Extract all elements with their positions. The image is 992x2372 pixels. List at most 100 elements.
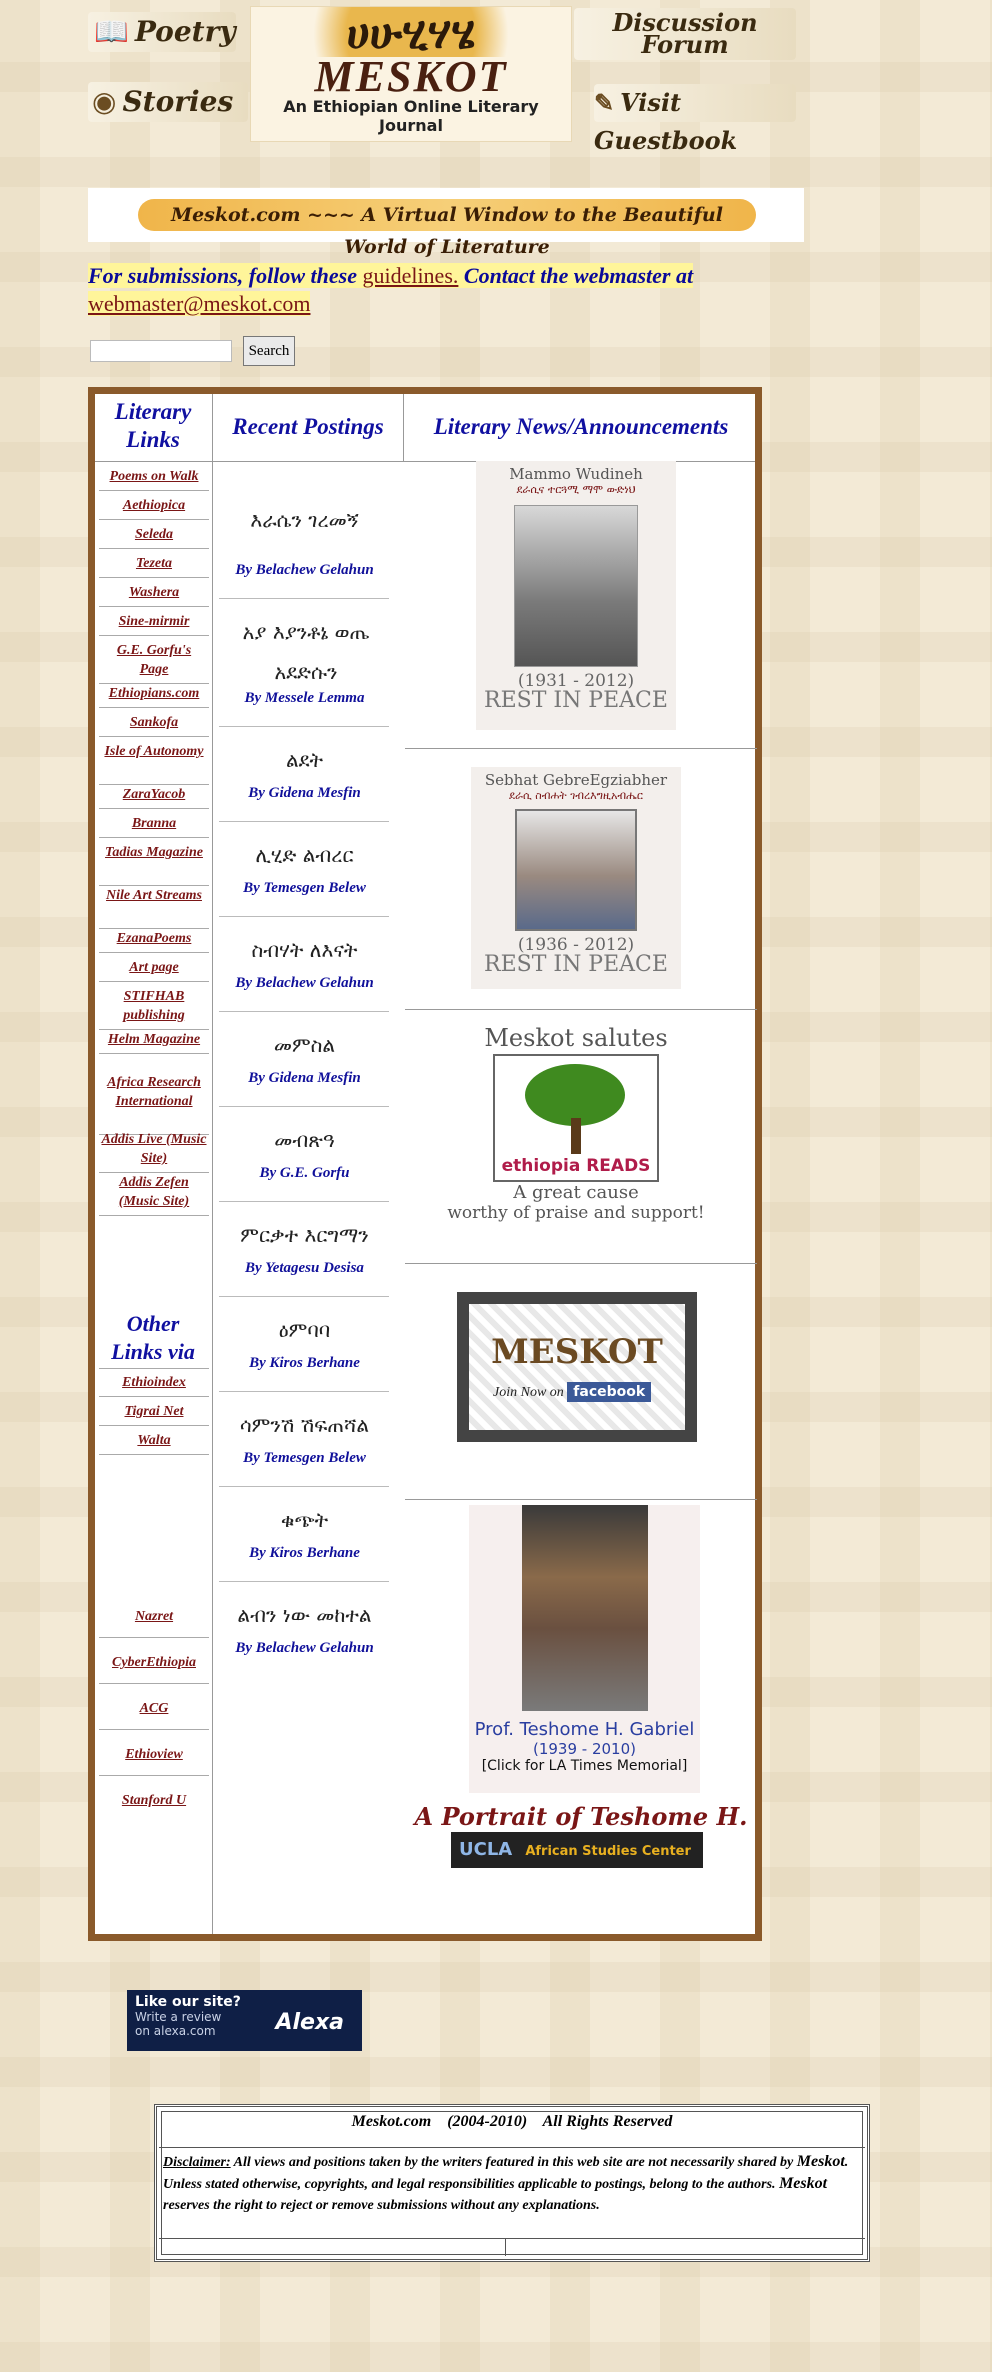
posting-author: By Kiros Berhane [249, 1545, 360, 1561]
nav-stories-label: Stories [122, 85, 234, 118]
nav-poetry-label: Poetry [134, 15, 236, 48]
submission-notice: For submissions, follow these guidelines… [88, 262, 808, 318]
salute-title: Meskot salutes [484, 1024, 668, 1052]
teshome-click[interactable]: [Click for LA Times Memorial] [469, 1758, 700, 1774]
literary-link-item[interactable]: Helm Magazine [101, 1030, 207, 1049]
posting-title[interactable]: ልብን ነው መከተል [212, 1595, 397, 1635]
literary-link-item[interactable]: Addis Live (Music Site) [101, 1130, 207, 1168]
literary-link-item[interactable]: Tadias Magazine [101, 843, 207, 862]
nav-stories-button[interactable]: ◉ Stories [88, 82, 248, 122]
literary-link-item[interactable]: Isle of Autonomy [101, 742, 207, 761]
nav-guestbook-label: Visit Guestbook [594, 88, 738, 155]
mammo-amharic: ደራሲና ተርጓሚ ማሞ ውድነህ [516, 483, 636, 496]
sebhat-name: Sebhat GebreEgziabher [484, 771, 668, 789]
guidelines-link[interactable]: guidelines. [362, 263, 458, 288]
posting-title[interactable]: ልደት [212, 740, 397, 780]
literary-link-item[interactable]: Nile Art Streams [101, 886, 207, 905]
logo-amharic: ሀሁሂሃሄ [251, 7, 571, 57]
book-icon: 📖 [94, 15, 129, 48]
literary-link-item[interactable]: Seleda [101, 525, 207, 544]
copyright: Meskot.com (2004-2010) All Rights Reserv… [351, 2113, 673, 2130]
more-link-item[interactable]: CyberEthiopia [101, 1653, 207, 1672]
posting-title[interactable]: ሊሂድ ልብረር [212, 835, 397, 875]
other-link-item[interactable]: Walta [101, 1431, 207, 1450]
posting-title[interactable]: መምስል [212, 1025, 397, 1065]
posting-author: By Temesgen Belew [243, 1450, 366, 1466]
site-logo[interactable]: ሀሁሂሃሄ MESKOT An Ethiopian Online Literar… [250, 6, 572, 142]
more-link-item[interactable]: Stanford U [101, 1791, 207, 1810]
footer: Meskot.com (2004-2010) All Rights Reserv… [154, 2104, 870, 2262]
news-heading: Literary News/Announcements [433, 414, 729, 439]
other-links-heading: Other Links via [111, 1311, 195, 1364]
posting-author: By Belachew Gelahun [235, 562, 374, 578]
literary-link-item[interactable]: Sine-mirmir [101, 612, 207, 631]
ucla-center-label: African Studies Center [525, 1844, 691, 1859]
salute-line1: A great cause [513, 1182, 639, 1203]
nav-discussion-button[interactable]: Discussion Forum [574, 8, 796, 60]
mammo-memorial-card[interactable]: Mammo Wudineh ደራሲና ተርጓሚ ማሞ ውድነህ (1931 - … [476, 461, 676, 730]
nav-poetry-button[interactable]: 📖 Poetry [88, 12, 236, 52]
literary-link-item[interactable]: G.E. Gorfu's Page [101, 641, 207, 679]
sebhat-memorial-card[interactable]: Sebhat GebreEgziabher ደራሲ ስብሐት ገብረእግዚአብሔ… [471, 767, 681, 989]
literary-link-item[interactable]: Art page [101, 958, 207, 977]
posting-author: By Gidena Mesfin [248, 785, 361, 801]
literary-link-item[interactable]: EzanaPoems [101, 929, 207, 948]
search-button[interactable]: Search [243, 336, 295, 366]
logo-subtitle: An Ethiopian Online Literary Journal [283, 97, 539, 135]
ucla-banner: UCLA African Studies Center [451, 1832, 703, 1868]
posting-author: By Gidena Mesfin [248, 1070, 361, 1086]
teshome-years: (1939 - 2010) [532, 1740, 636, 1758]
main-content-table: Literary Links Recent Postings Literary … [88, 387, 762, 1941]
drum-icon: ◉ [92, 85, 117, 118]
disclaimer-part3: reserves the right to reject or remove s… [163, 2198, 600, 2213]
posting-title[interactable]: ስብሃት ለእናት [212, 930, 397, 970]
literary-link-item[interactable]: ZaraYacob [101, 785, 207, 804]
posting-title[interactable]: አያ እያንቶኔ ወጤ አደድሱን [231, 612, 381, 692]
literary-link-item[interactable]: Addis Zefen (Music Site) [101, 1173, 207, 1211]
disclaimer-label: Disclaimer: [163, 2155, 231, 2170]
literary-link-item[interactable]: Aethiopica [101, 496, 207, 515]
literary-link-item[interactable]: Poems on Walk [101, 467, 207, 486]
teshome-portrait-card[interactable]: A Portrait of Teshome H. Gabriel UCLA Af… [405, 1802, 757, 1874]
teshome-memorial-card[interactable]: Prof. Teshome H. Gabriel (1939 - 2010) [… [469, 1505, 700, 1793]
disclaimer-part1: All views and positions taken by the wri… [230, 2155, 797, 2170]
tree-icon [525, 1064, 625, 1126]
posting-title[interactable]: ሳምንሽ ሽፍጠሻል [212, 1405, 397, 1445]
ethiopia-reads-card[interactable]: Meskot salutes ethiopia READS A great ca… [445, 1024, 707, 1229]
other-link-item[interactable]: Tigrai Net [101, 1402, 207, 1421]
more-link-item[interactable]: Ethioview [101, 1745, 207, 1764]
posting-author: By Temesgen Belew [243, 880, 366, 896]
posting-title[interactable]: ቁጭት [212, 1500, 397, 1540]
posting-title[interactable]: መብጽዓ [212, 1120, 397, 1160]
posting-title[interactable]: እራሴን ገረመኝ [212, 500, 397, 540]
tagline-text: Meskot.com ~~~ A Virtual Window to the B… [138, 199, 756, 258]
quill-icon: ✎ [594, 88, 615, 117]
sebhat-rip: REST IN PEACE [484, 952, 668, 977]
literary-link-item[interactable]: Tezeta [101, 554, 207, 573]
other-link-item[interactable]: Ethioindex [101, 1373, 207, 1392]
literary-link-item[interactable]: Africa Research International [101, 1073, 207, 1111]
disclaimer-brand2: Meskot [779, 2175, 828, 2192]
literary-link-item[interactable]: Sankofa [101, 713, 207, 732]
meskot-facebook-card[interactable]: MESKOT Join Now on facebook [447, 1276, 707, 1454]
literary-link-item[interactable]: STIFHAB publishing [101, 987, 207, 1025]
disclaimer: Disclaimer: All views and positions take… [159, 2147, 865, 2239]
nav-discussion-label-2: Forum [641, 30, 729, 59]
alexa-review-badge[interactable]: Like our site? Write a review on alexa.c… [127, 1990, 362, 2051]
posting-title[interactable]: ዕምባባ [212, 1310, 397, 1350]
posting-author: By G.E. Gorfu [259, 1165, 350, 1181]
more-link-item[interactable]: ACG [101, 1699, 207, 1718]
nav-guestbook-button[interactable]: ✎ Visit Guestbook [594, 84, 796, 155]
literary-link-item[interactable]: Ethiopians.com [101, 684, 207, 703]
literary-links-heading: Literary Links [114, 399, 192, 452]
posting-title[interactable]: ምርቃተ እርግማን [212, 1215, 397, 1255]
literary-link-item[interactable]: Branna [101, 814, 207, 833]
literary-link-item[interactable]: Washera [101, 583, 207, 602]
search-input[interactable] [90, 340, 232, 362]
facebook-frame: MESKOT Join Now on facebook [457, 1292, 697, 1442]
recent-postings-heading: Recent Postings [232, 414, 384, 439]
more-link-item[interactable]: Nazret [101, 1607, 207, 1626]
alexa-logo: Alexa [275, 2010, 344, 2035]
webmaster-email-link[interactable]: webmaster@meskot.com [88, 291, 311, 316]
posting-author: By Kiros Berhane [249, 1355, 360, 1371]
